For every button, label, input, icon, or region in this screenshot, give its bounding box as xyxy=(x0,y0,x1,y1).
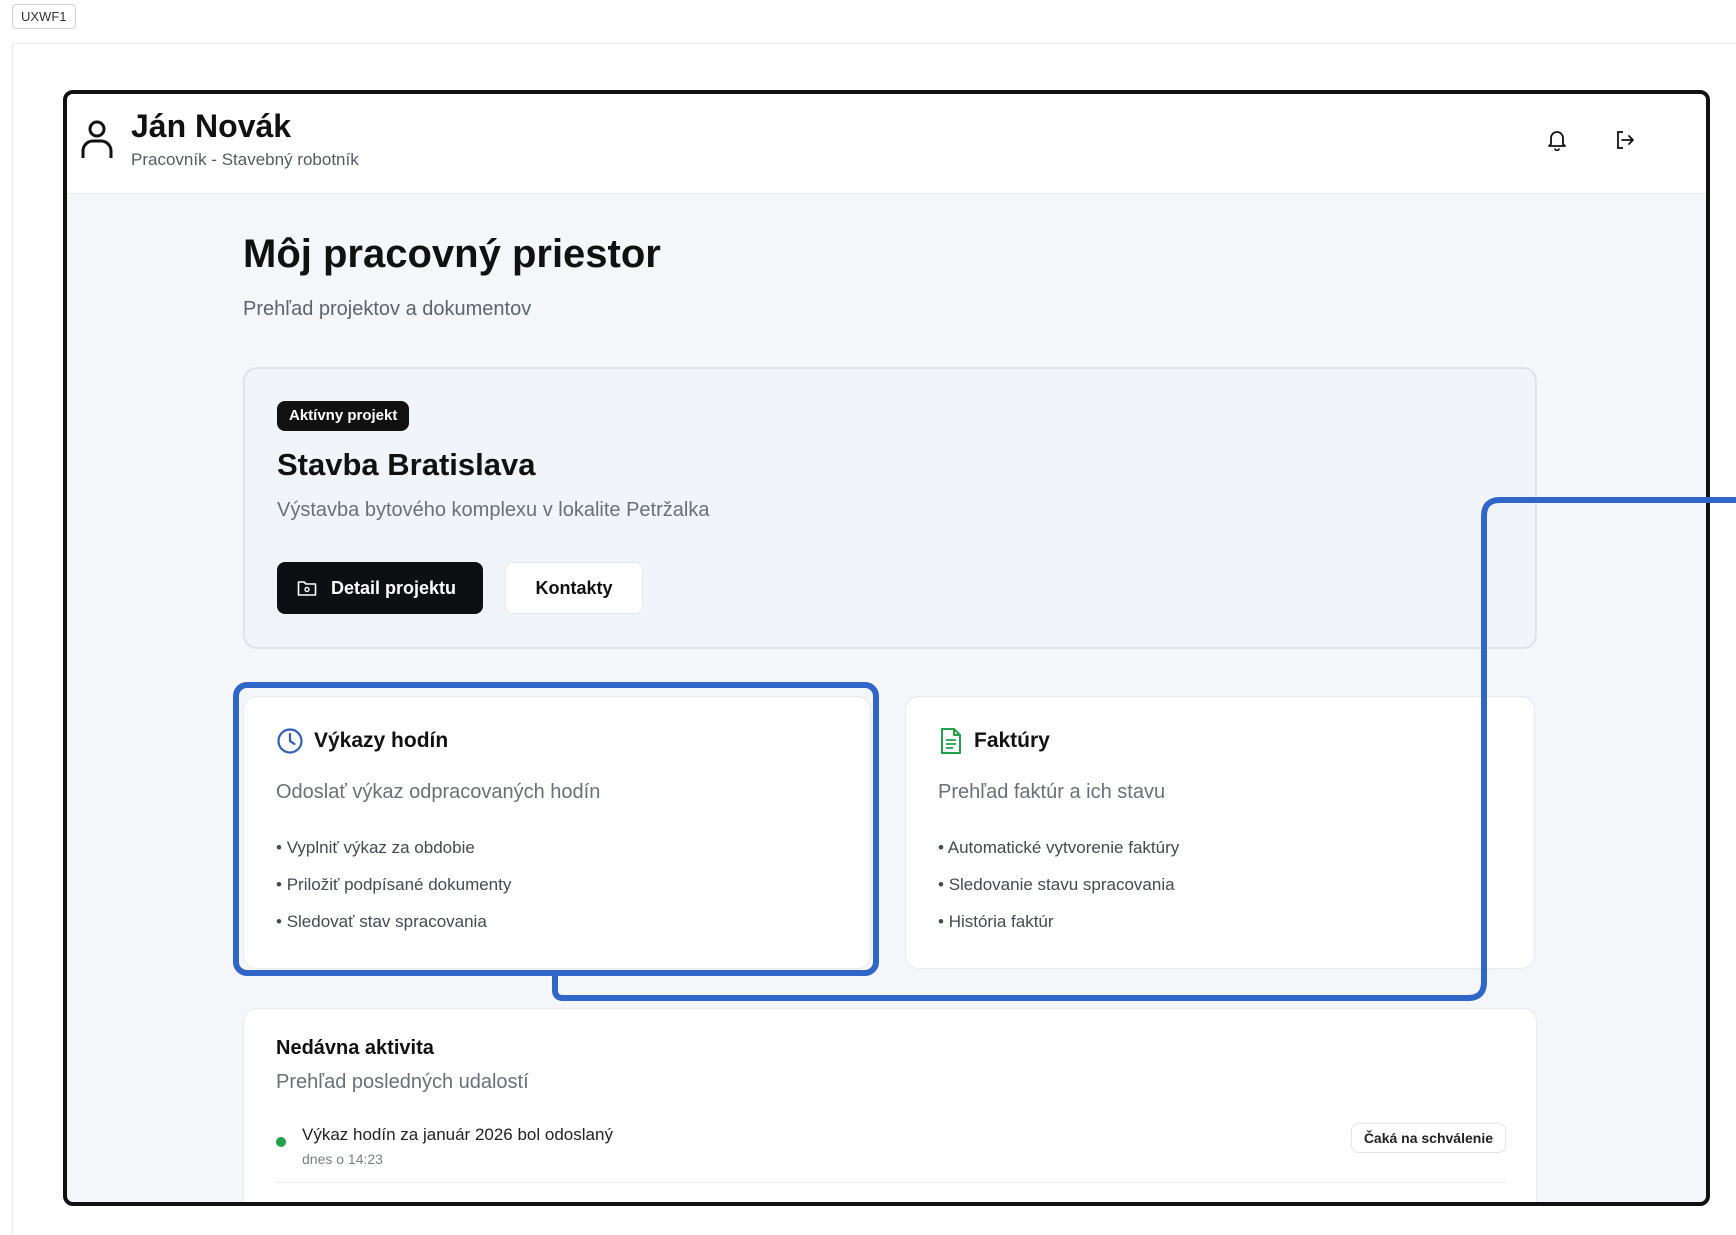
timesheets-card-title: Výkazy hodín xyxy=(314,729,449,752)
invoices-card-title: Faktúry xyxy=(974,729,1050,752)
logout-icon xyxy=(1617,131,1634,149)
clock-icon xyxy=(277,728,303,754)
list-item: História faktúr xyxy=(938,911,1179,948)
timesheets-card-description: Odoslať výkaz odpracovaných hodín xyxy=(276,781,601,803)
activity-timestamp: dnes o 14:23 xyxy=(302,1151,383,1167)
page-title: Môj pracovný priestor xyxy=(243,232,661,276)
project-detail-button[interactable]: Detail projektu xyxy=(277,562,483,614)
timesheets-feature-list: Vyplniť výkaz za obdobie Priložiť podpís… xyxy=(276,837,512,948)
list-item: Vyplniť výkaz za obdobie xyxy=(276,837,511,874)
invoices-card[interactable]: Faktúry Prehľad faktúr a ich stavu Autom… xyxy=(905,696,1535,969)
app-header: Ján Novák Pracovník - Stavebný robotník xyxy=(67,94,1706,194)
notifications-button[interactable] xyxy=(1537,120,1577,160)
recent-activity-card: Nedávna aktivita Prehľad posledných udal… xyxy=(243,1008,1537,1202)
app-window: Ján Novák Pracovník - Stavebný robotník … xyxy=(63,90,1710,1206)
project-detail-button-label: Detail projektu xyxy=(331,577,457,598)
status-badge: Čaká na schválenie xyxy=(1350,1123,1506,1153)
invoices-card-header: Faktúry xyxy=(938,727,1050,755)
active-project-card: Aktívny projekt Stavba Bratislava Výstav… xyxy=(243,367,1537,649)
page-subtitle: Prehľad projektov a dokumentov xyxy=(243,298,532,320)
contacts-button[interactable]: Kontakty xyxy=(505,562,643,614)
document-icon xyxy=(941,728,961,754)
status-dot xyxy=(276,1137,286,1147)
user-icon xyxy=(81,120,113,158)
timesheets-card[interactable]: Výkazy hodín Odoslať výkaz odpracovaných… xyxy=(243,696,871,969)
invoices-feature-list: Automatické vytvorenie faktúry Sledovani… xyxy=(938,837,1179,948)
project-description: Výstavba bytového komplexu v lokalite Pe… xyxy=(277,499,710,521)
frame-tag: UXWF1 xyxy=(12,4,76,29)
project-title: Stavba Bratislava xyxy=(277,447,536,482)
logout-button[interactable] xyxy=(1605,120,1645,160)
activity-subtitle: Prehľad posledných udalostí xyxy=(276,1071,529,1093)
list-item: Sledovanie stavu spracovania xyxy=(938,874,1179,911)
activity-row[interactable]: Výkaz hodín za január 2026 bol odoslaný … xyxy=(276,1121,1506,1183)
user-role: Pracovník - Stavebný robotník xyxy=(131,150,359,169)
user-name: Ján Novák xyxy=(131,108,292,144)
wireframe-stage: UXWF1 Ján Novák Pracovník - Stavebný rob… xyxy=(0,0,1736,1235)
list-item: Automatické vytvorenie faktúry xyxy=(938,837,1179,874)
timesheets-card-header: Výkazy hodín xyxy=(276,727,448,755)
active-project-badge: Aktívny projekt xyxy=(277,401,410,431)
bell-icon xyxy=(1548,131,1566,151)
activity-text: Výkaz hodín za január 2026 bol odoslaný xyxy=(302,1125,613,1144)
list-item: Priložiť podpísané dokumenty xyxy=(276,874,512,911)
activity-title: Nedávna aktivita xyxy=(276,1037,434,1059)
list-item: Sledovať stav spracovania xyxy=(276,911,511,948)
folder-icon xyxy=(297,581,317,596)
invoices-card-description: Prehľad faktúr a ich stavu xyxy=(938,781,1166,803)
